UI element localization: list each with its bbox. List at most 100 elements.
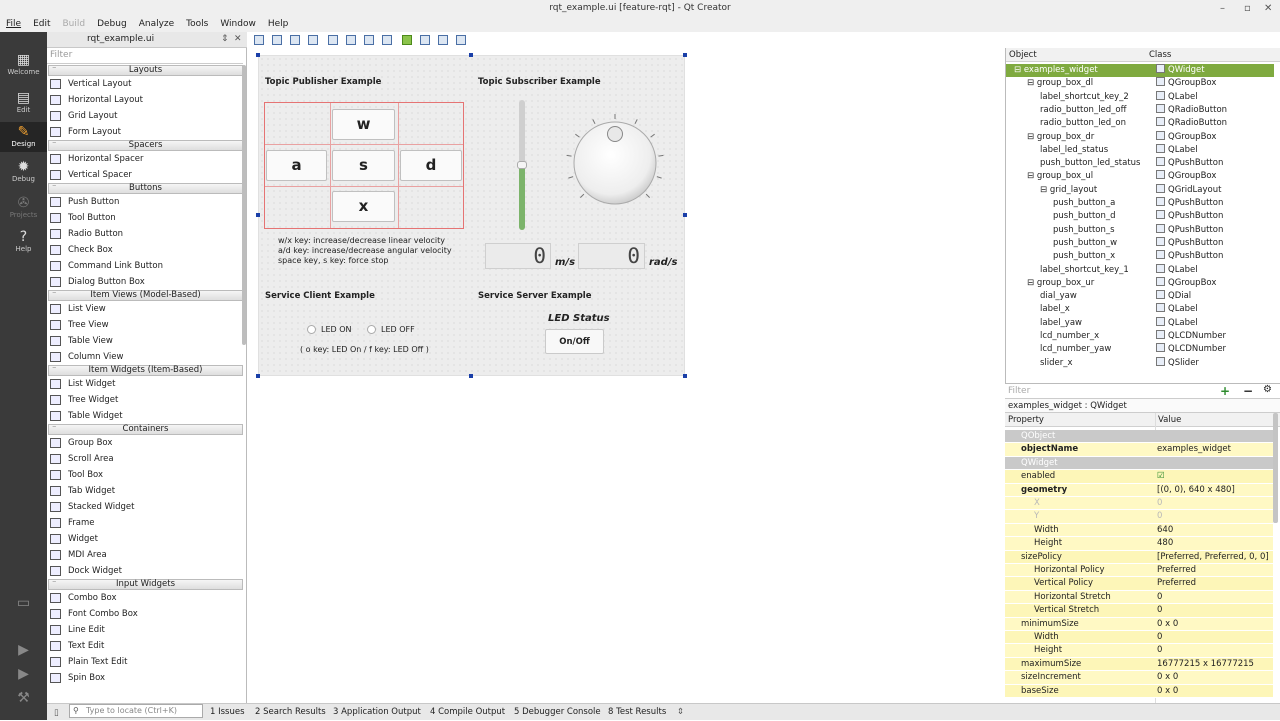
collapse-icon[interactable]: ⁻: [52, 580, 57, 589]
widget-item[interactable]: Vertical Spacer: [47, 167, 246, 183]
resize-handle-tr[interactable]: [683, 53, 687, 57]
object-tree-row[interactable]: push_button_led_status QPushButton: [1006, 157, 1274, 170]
widget-item[interactable]: Vertical Layout: [47, 76, 246, 92]
object-tree-row[interactable]: lcd_number_x QLCDNumber: [1006, 330, 1274, 343]
property-row[interactable]: Width 640: [1005, 523, 1273, 538]
property-row[interactable]: Horizontal Policy Preferred: [1005, 564, 1273, 578]
object-tree-row[interactable]: label_x QLabel: [1006, 303, 1274, 316]
property-scrollbar[interactable]: [1273, 413, 1278, 523]
radio-led-off-label[interactable]: LED OFF: [381, 325, 415, 334]
widget-item[interactable]: Line Edit: [47, 622, 246, 638]
property-value[interactable]: Preferred: [1157, 577, 1196, 590]
collapse-icon[interactable]: ⊟: [1027, 171, 1037, 181]
collapse-icon[interactable]: ⊟: [1027, 278, 1037, 288]
object-tree-row[interactable]: dial_yaw QDial: [1006, 290, 1274, 303]
collapse-icon[interactable]: ⁻: [52, 184, 57, 193]
output-tab-application-output[interactable]: 3 Application Output: [333, 704, 421, 720]
property-value[interactable]: 0: [1157, 497, 1162, 510]
monitor-icon[interactable]: ▭: [0, 595, 47, 611]
collapse-icon[interactable]: ⁻: [52, 66, 57, 75]
category-header[interactable]: ⁻ Containers: [48, 424, 243, 435]
open-file-combo[interactable]: rqt_example.ui: [87, 34, 154, 44]
edit-widgets-icon[interactable]: [254, 35, 264, 45]
object-tree-row[interactable]: label_led_status QLabel: [1006, 143, 1274, 157]
object-tree-row[interactable]: ⊟ examples_widget QWidget: [1006, 64, 1274, 78]
property-value[interactable]: 0: [1157, 510, 1162, 523]
debug-run-icon[interactable]: ▶: [0, 666, 47, 682]
object-tree-row[interactable]: push_button_d QPushButton: [1006, 210, 1274, 223]
edit-signals-icon[interactable]: [272, 35, 282, 45]
menu-debug[interactable]: Debug: [91, 17, 133, 32]
widget-item[interactable]: Dialog Button Box: [47, 274, 246, 290]
widget-item[interactable]: Form Layout: [47, 124, 246, 140]
close-button[interactable]: ✕: [1264, 0, 1272, 17]
property-value[interactable]: [(0, 0), 640 x 480]: [1157, 484, 1235, 497]
mode-debug[interactable]: ✹ Debug: [0, 159, 47, 183]
output-tab-compile-output[interactable]: 4 Compile Output: [430, 704, 505, 720]
property-value[interactable]: 0 x 0: [1157, 671, 1178, 684]
widget-item[interactable]: Horizontal Layout: [47, 92, 246, 108]
property-value[interactable]: Preferred: [1157, 564, 1196, 577]
property-value[interactable]: 0: [1157, 604, 1162, 617]
resize-handle-b[interactable]: [469, 374, 473, 378]
resize-handle-tl[interactable]: [256, 53, 260, 57]
property-value[interactable]: ☑: [1157, 470, 1165, 483]
property-row[interactable]: baseSize 0 x 0: [1005, 684, 1273, 698]
close-document-icon[interactable]: ✕: [234, 34, 242, 44]
push-button-s[interactable]: s: [332, 150, 395, 181]
widget-item[interactable]: Tool Button: [47, 210, 246, 226]
property-row[interactable]: X0: [1005, 497, 1273, 511]
edit-buddies-icon[interactable]: [290, 35, 300, 45]
object-tree-row[interactable]: push_button_x QPushButton: [1006, 250, 1274, 263]
widget-item[interactable]: List View: [47, 301, 246, 317]
radio-led-on-label[interactable]: LED ON: [321, 325, 352, 334]
widget-item[interactable]: Push Button: [47, 194, 246, 210]
push-button-a[interactable]: a: [266, 150, 327, 181]
property-row[interactable]: enabled ☑: [1005, 470, 1273, 484]
widget-item[interactable]: Radio Button: [47, 226, 246, 242]
widget-item[interactable]: Tree View: [47, 317, 246, 333]
widget-item[interactable]: Widget: [47, 531, 246, 547]
collapse-icon[interactable]: ⊟: [1040, 185, 1050, 195]
menu-analyze[interactable]: Analyze: [133, 17, 180, 32]
combo-arrow-icon[interactable]: ⇕: [221, 34, 229, 44]
property-row[interactable]: Width 0: [1005, 631, 1273, 645]
resize-handle-bl[interactable]: [256, 374, 260, 378]
layout-grid-icon[interactable]: [420, 35, 430, 45]
category-header[interactable]: ⁻ Item Views (Model-Based): [48, 290, 243, 301]
property-row[interactable]: maximumSize 16777215 x 16777215: [1005, 657, 1273, 672]
property-filter-input[interactable]: Filter: [1008, 386, 1030, 396]
collapse-icon[interactable]: ⊟: [1027, 78, 1037, 88]
push-button-led-status[interactable]: On/Off: [545, 329, 604, 354]
adjust-size-icon[interactable]: [456, 35, 466, 45]
object-tree-row[interactable]: radio_button_led_off QRadioButton: [1006, 103, 1274, 117]
widget-item[interactable]: Table View: [47, 333, 246, 349]
object-tree-row[interactable]: radio_button_led_on QRadioButton: [1006, 117, 1274, 130]
run-icon[interactable]: ▶: [0, 642, 47, 658]
widget-item[interactable]: Text Edit: [47, 638, 246, 654]
slider-x-handle[interactable]: [517, 161, 527, 170]
property-value[interactable]: 640: [1157, 524, 1173, 537]
object-tree-row[interactable]: push_button_w QPushButton: [1006, 236, 1274, 250]
collapse-icon[interactable]: ⁻: [52, 366, 57, 375]
property-row[interactable]: Height 0: [1005, 644, 1273, 658]
object-tree-row[interactable]: ⊟ group_box_ur QGroupBox: [1006, 276, 1274, 290]
layout-form-icon[interactable]: [438, 35, 448, 45]
property-row[interactable]: Vertical Policy Preferred: [1005, 577, 1273, 591]
menu-help[interactable]: Help: [262, 17, 295, 32]
property-value[interactable]: 0: [1157, 644, 1162, 657]
object-tree-row[interactable]: ⊟ group_box_dl QGroupBox: [1006, 77, 1274, 90]
object-tree-row[interactable]: ⊟ grid_layout QGridLayout: [1006, 183, 1274, 197]
dial-knob[interactable]: [607, 126, 623, 142]
menu-window[interactable]: Window: [214, 17, 262, 32]
category-header[interactable]: ⁻ Input Widgets: [48, 579, 243, 590]
object-tree-row[interactable]: ⊟ group_box_ul QGroupBox: [1006, 170, 1274, 183]
property-value[interactable]: examples_widget: [1157, 443, 1231, 456]
category-header[interactable]: ⁻ Spacers: [48, 140, 243, 151]
qt-preview-icon[interactable]: [402, 35, 412, 45]
widget-item[interactable]: Group Box: [47, 435, 246, 451]
property-row[interactable]: objectName examples_widget: [1005, 443, 1273, 457]
object-tree-row[interactable]: label_shortcut_key_1 QLabel: [1006, 263, 1274, 277]
property-value[interactable]: 0 x 0: [1157, 618, 1178, 631]
radio-led-on[interactable]: [307, 325, 316, 334]
